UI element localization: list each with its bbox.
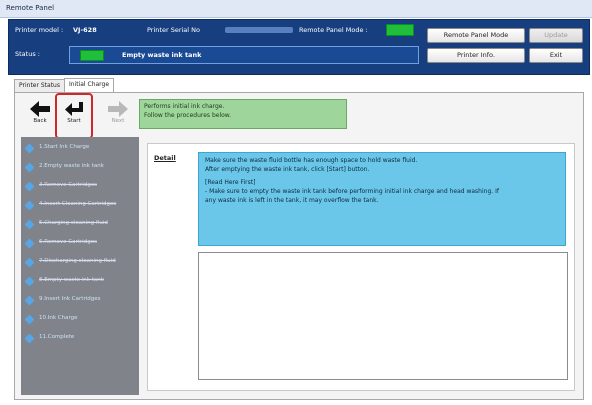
step-label: 7.Discharging cleaning fluid [39, 258, 116, 264]
step-diamond-icon [24, 257, 35, 268]
step-diamond-icon [24, 314, 35, 325]
step-item: 4.Insert Cleaning Cartridges [21, 200, 139, 213]
step-item: 9.Insert Ink Cartridges [21, 295, 139, 308]
step-label: 11.Complete [39, 334, 75, 340]
step-diamond-icon [24, 219, 35, 230]
step-item: 11.Complete [21, 333, 139, 346]
tab-printer-status[interactable]: Printer Status [14, 79, 65, 92]
step-item: 5.Charging cleaning fluid [21, 219, 139, 232]
printer-info-button[interactable]: Printer Info. [427, 48, 525, 63]
remote-panel-mode-label: Remote Panel Mode : [299, 26, 368, 34]
printer-header-panel: Printer model : VJ-628 Printer Serial No… [8, 19, 590, 75]
detail-label: Detail [154, 154, 176, 162]
step-diamond-icon [24, 295, 35, 306]
detail-line: Make sure the waste fluid bottle has eno… [205, 157, 418, 164]
start-label: Start [67, 118, 81, 124]
step-item: 8.Empty waste ink tank [21, 276, 139, 289]
detail-line: After emptying the waste ink tank, click… [205, 166, 370, 173]
next-arrow-icon [108, 101, 128, 117]
detail-area: Detail Make sure the waste fluid bottle … [147, 143, 575, 391]
status-label: Status : [15, 50, 40, 58]
next-label: Next [111, 118, 125, 124]
step-diamond-icon [24, 238, 35, 249]
status-box: Empty waste ink tank [69, 46, 419, 64]
step-item: 2.Empty waste ink tank [21, 162, 139, 175]
printer-model-label: Printer model : [15, 26, 64, 34]
step-diamond-icon [24, 333, 35, 344]
back-arrow-icon [30, 101, 50, 117]
instruction-message: Performs initial ink charge. Follow the … [139, 99, 347, 129]
step-diamond-icon [24, 181, 35, 192]
step-item: 3.Remove Cartridges [21, 181, 139, 194]
status-indicator [80, 50, 104, 61]
step-label: 4.Insert Cleaning Cartridges [39, 201, 117, 207]
next-button[interactable]: Next [103, 99, 133, 131]
detail-line: [Read Here First] [205, 179, 256, 186]
step-item: 1.Start Ink Charge [21, 143, 139, 156]
step-label: 10.Ink Charge [39, 315, 78, 321]
detail-line: - Make sure to empty the waste ink tank … [205, 188, 499, 195]
step-label: 8.Empty waste ink tank [39, 277, 104, 283]
step-label: 6.Remove Cartridges [39, 239, 97, 245]
window-titlebar: Remote Panel [0, 0, 592, 18]
step-diamond-icon [24, 200, 35, 211]
enter-arrow-icon [65, 102, 83, 116]
serial-number-label: Printer Serial No [147, 26, 200, 34]
step-label: 2.Empty waste ink tank [39, 163, 104, 169]
printer-model-value: VJ-628 [73, 26, 97, 34]
step-item: 7.Discharging cleaning fluid [21, 257, 139, 270]
exit-button[interactable]: Exit [529, 48, 583, 63]
remote-panel-mode-indicator [386, 24, 414, 36]
initial-charge-panel: Back Start Next Performs initial ink cha… [14, 92, 584, 400]
instruction-line-2: Follow the procedures below. [144, 112, 232, 119]
back-label: Back [33, 118, 47, 124]
step-item: 10.Ink Charge [21, 314, 139, 327]
back-button[interactable]: Back [25, 99, 55, 131]
step-diamond-icon [24, 143, 35, 154]
remote-panel-mode-button[interactable]: Remote Panel Mode [427, 28, 525, 43]
step-item: 6.Remove Cartridges [21, 238, 139, 251]
start-button[interactable]: Start [59, 99, 89, 131]
detail-line: any waste ink is left in the tank, it ma… [205, 197, 379, 204]
status-value: Empty waste ink tank [122, 51, 202, 59]
instruction-line-1: Performs initial ink charge. [144, 103, 225, 110]
step-label: 9.Insert Ink Cartridges [39, 296, 101, 302]
step-list: 1.Start Ink Charge 2.Empty waste ink tan… [21, 137, 139, 395]
step-label: 3.Remove Cartridges [39, 182, 97, 188]
serial-number-value [225, 27, 293, 33]
step-label: 1.Start Ink Charge [39, 144, 90, 150]
update-button[interactable]: Update [529, 28, 583, 43]
detail-text-box: Make sure the waste fluid bottle has eno… [198, 152, 566, 246]
step-diamond-icon [24, 162, 35, 173]
step-diamond-icon [24, 276, 35, 287]
tab-initial-charge[interactable]: Initial Charge [64, 78, 115, 93]
step-label: 5.Charging cleaning fluid [39, 220, 108, 226]
window-title: Remote Panel [6, 4, 55, 12]
notes-text-area[interactable] [198, 252, 568, 380]
